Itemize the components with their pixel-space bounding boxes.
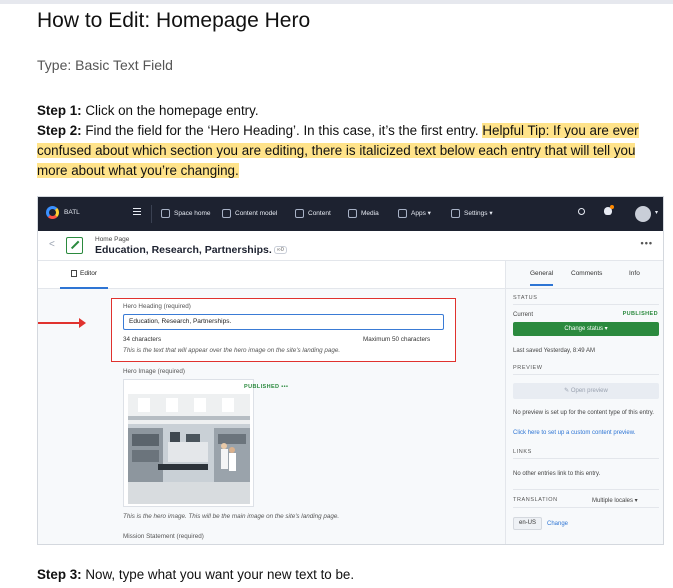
document-icon xyxy=(71,269,77,277)
nav-content-model[interactable]: Content model xyxy=(222,209,277,218)
hero-image-card[interactable]: PUBLISHED ••• xyxy=(123,379,288,507)
nav-divider xyxy=(151,205,152,223)
divider xyxy=(513,458,659,459)
status-badge: PUBLISHED xyxy=(622,311,658,317)
hero-heading-help-text: This is the text that will appear over t… xyxy=(123,347,341,354)
tab-editor[interactable]: Editor xyxy=(60,261,108,289)
entry-header: < Home Page Education, Research, Partner… xyxy=(38,231,663,261)
divider xyxy=(513,304,659,305)
hero-image-label: Hero Image (required) xyxy=(123,368,185,375)
hero-image-status-badge[interactable]: PUBLISHED ••• xyxy=(244,384,288,390)
editor-tabs: Editor xyxy=(38,261,505,289)
step-3: Step 3: Now, type what you want your new… xyxy=(37,567,354,582)
contentful-logo-icon xyxy=(46,206,59,219)
status-heading: STATUS xyxy=(513,295,538,301)
apps-chevron-icon: ▾ xyxy=(427,210,431,218)
steps-block: Step 1: Click on the homepage entry. Ste… xyxy=(37,101,657,181)
whats-new-rocket-icon[interactable] xyxy=(604,205,614,215)
step-2-label: Step 2: xyxy=(37,123,82,138)
preview-icon: ✎ xyxy=(564,388,571,394)
annotation-arrow xyxy=(38,318,86,328)
change-locale-link[interactable]: Change xyxy=(547,520,587,528)
translation-heading: TRANSLATION xyxy=(513,497,558,503)
menu-icon[interactable] xyxy=(133,208,141,215)
step-2: Step 2: Find the field for the ‘Hero Hea… xyxy=(37,121,657,181)
locale-chip: en-US xyxy=(513,517,543,530)
links-heading: LINKS xyxy=(513,449,532,455)
lab-photo-illustration xyxy=(128,394,250,504)
preview-heading: PREVIEW xyxy=(513,365,543,371)
avatar-chevron-icon[interactable]: ▾ xyxy=(655,209,658,216)
content-icon xyxy=(295,209,304,218)
page-title: How to Edit: Homepage Hero xyxy=(37,9,311,32)
no-preview-text: No preview is set up for the content typ… xyxy=(513,410,654,416)
mission-statement-label: Mission Statement (required) xyxy=(123,533,204,540)
tab-info[interactable]: Info xyxy=(629,270,640,277)
settings-chevron-icon: ▾ xyxy=(489,210,493,218)
hero-heading-label: Hero Heading (required) xyxy=(123,303,191,310)
locales-select[interactable]: Multiple locales ▾ xyxy=(592,497,662,505)
field-type-line: Type: Basic Text Field xyxy=(37,57,173,73)
references-tag[interactable]: ∞0 xyxy=(273,246,287,255)
sidebar-tabs: General Comments Info xyxy=(506,261,663,289)
media-icon xyxy=(348,209,357,218)
setup-preview-link[interactable]: Click here to set up a custom content pr… xyxy=(513,429,659,437)
entry-sidebar: General Comments Info STATUS Current PUB… xyxy=(505,261,663,544)
more-options-icon[interactable]: ••• xyxy=(641,238,653,248)
step-1-label: Step 1: xyxy=(37,103,82,118)
step-3-label: Step 3: xyxy=(37,567,82,582)
divider xyxy=(513,507,659,508)
step-1: Step 1: Click on the homepage entry. xyxy=(37,101,657,121)
search-icon[interactable] xyxy=(578,208,585,215)
user-avatar[interactable] xyxy=(635,206,651,222)
back-chevron-icon[interactable]: < xyxy=(49,239,55,250)
tab-comments[interactable]: Comments xyxy=(571,270,602,277)
no-links-text: No other entries link to this entry. xyxy=(513,471,601,477)
nav-media[interactable]: Media xyxy=(348,209,379,218)
content-type-name: Home Page xyxy=(95,236,130,243)
last-saved-text: Last saved Yesterday, 8:49 AM xyxy=(513,348,595,354)
settings-gear-icon xyxy=(451,209,460,218)
hero-image-help-text: This is the hero image. This will be the… xyxy=(123,513,340,520)
nav-space-home[interactable]: Space home xyxy=(161,209,211,218)
hero-heading-input[interactable]: Education, Research, Partnerships. xyxy=(123,314,444,330)
home-icon xyxy=(161,209,170,218)
nav-apps[interactable]: Apps ▾ xyxy=(398,209,431,218)
page-top-strip xyxy=(0,0,673,4)
open-preview-button[interactable]: ✎ Open preview xyxy=(513,383,659,399)
cms-screenshot: BATL Space home Content model Content Me… xyxy=(37,196,664,545)
entry-title: Education, Research, Partnerships. ∞0 xyxy=(95,244,287,256)
step-2-text: Find the field for the ‘Hero Heading’. I… xyxy=(81,123,483,138)
apps-icon xyxy=(398,209,407,218)
char-count: 34 characters xyxy=(123,336,162,343)
divider xyxy=(513,489,659,490)
step-1-text: Click on the homepage entry. xyxy=(81,103,259,118)
change-status-button[interactable]: Change status ▾ xyxy=(513,322,659,336)
cms-top-nav: BATL Space home Content model Content Me… xyxy=(38,197,663,231)
nav-content[interactable]: Content xyxy=(295,209,331,218)
divider xyxy=(513,374,659,375)
nav-settings[interactable]: Settings ▾ xyxy=(451,209,493,218)
tab-general[interactable]: General xyxy=(530,270,554,286)
max-chars: Maximum 50 characters xyxy=(363,336,431,343)
content-model-icon xyxy=(222,209,231,218)
step-3-text: Now, type what you want your new text to… xyxy=(81,567,355,582)
space-name[interactable]: BATL xyxy=(64,209,80,216)
entry-edit-icon xyxy=(66,237,83,254)
hero-lab-image xyxy=(128,394,250,504)
